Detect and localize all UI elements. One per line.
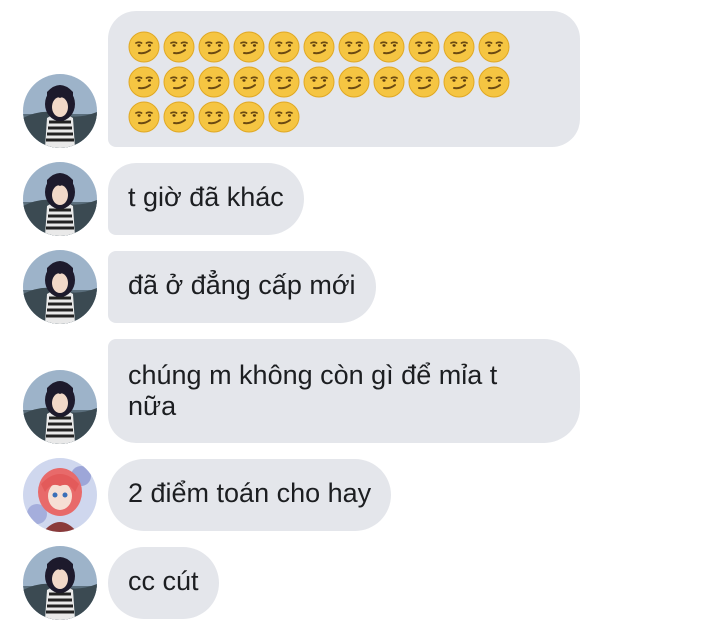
- avatar-obanai-image: [23, 370, 97, 444]
- avatar-obanai-image: [23, 546, 97, 620]
- message-bubble-emoji[interactable]: [108, 11, 580, 147]
- smirk-emoji: [338, 66, 370, 98]
- avatar-obanai[interactable]: [23, 250, 97, 324]
- smirk-emoji: [233, 101, 265, 133]
- smirk-emoji: [198, 31, 230, 63]
- smirk-emoji: [233, 66, 265, 98]
- smirk-emoji: [303, 31, 335, 63]
- smirk-emoji: [268, 31, 300, 63]
- smirk-emoji: [408, 31, 440, 63]
- avatar-sabito-image: [23, 458, 97, 532]
- avatar-obanai[interactable]: [23, 74, 97, 148]
- message-bubble[interactable]: cc cút: [108, 547, 219, 619]
- smirk-emoji: [373, 31, 405, 63]
- message-bubble[interactable]: đã ở đẳng cấp mới: [108, 251, 376, 323]
- avatar-obanai-image: [23, 74, 97, 148]
- message-bubble[interactable]: chúng m không còn gì để mỉa t nữa: [108, 339, 580, 443]
- smirk-emoji: [198, 101, 230, 133]
- message-text: t giờ đã khác: [128, 182, 284, 212]
- smirk-emoji: [478, 66, 510, 98]
- avatar-obanai-image: [23, 250, 97, 324]
- smirk-emoji: [128, 101, 160, 133]
- smirk-emoji: [303, 66, 335, 98]
- avatar-obanai[interactable]: [23, 370, 97, 444]
- avatar-obanai[interactable]: [23, 162, 97, 236]
- avatar-obanai[interactable]: [23, 546, 97, 620]
- message-text: cc cút: [128, 566, 199, 596]
- message-text: đã ở đẳng cấp mới: [128, 270, 356, 300]
- smirk-emoji: [338, 31, 370, 63]
- smirk-emoji: [163, 31, 195, 63]
- smirk-emoji: [163, 101, 195, 133]
- smirk-emoji: [198, 66, 230, 98]
- smirk-emoji: [233, 31, 265, 63]
- smirk-emoji: [373, 66, 405, 98]
- message-text: 2 điểm toán cho hay: [128, 478, 372, 508]
- smirk-emoji: [268, 66, 300, 98]
- smirk-emoji: [443, 31, 475, 63]
- emoji-group: [128, 31, 538, 133]
- smirk-emoji: [408, 66, 440, 98]
- smirk-emoji: [128, 66, 160, 98]
- message-text: chúng m không còn gì để mỉa t nữa: [128, 360, 498, 421]
- smirk-emoji: [163, 66, 195, 98]
- message-bubble[interactable]: t giờ đã khác: [108, 163, 304, 235]
- avatar-obanai-image: [23, 162, 97, 236]
- smirk-emoji: [128, 31, 160, 63]
- avatar-sabito[interactable]: [23, 458, 97, 532]
- smirk-emoji: [478, 31, 510, 63]
- smirk-emoji: [268, 101, 300, 133]
- smirk-emoji: [443, 66, 475, 98]
- message-bubble[interactable]: 2 điểm toán cho hay: [108, 459, 392, 531]
